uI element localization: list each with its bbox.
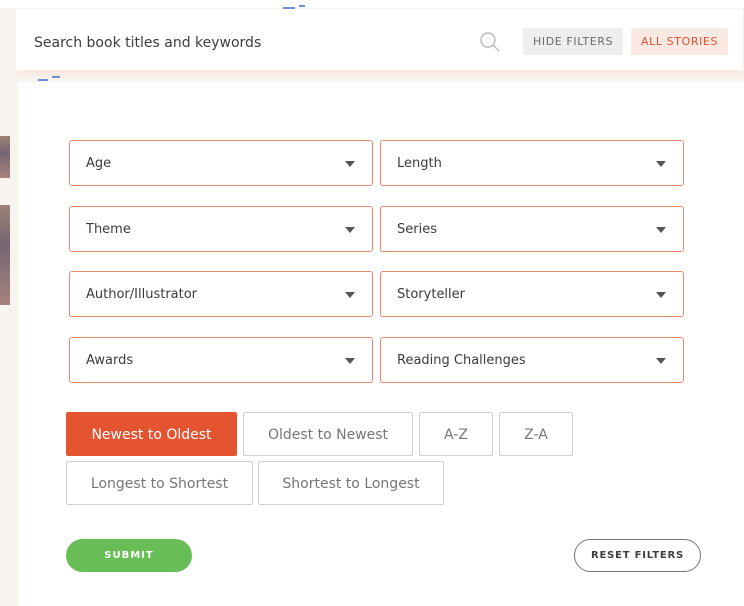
dropdown-label: Age (86, 156, 112, 171)
theme-dropdown[interactable]: Theme (69, 206, 373, 252)
sort-longest-to-shortest-button[interactable]: Longest to Shortest (66, 461, 253, 505)
dropdown-label: Author/Illustrator (86, 287, 198, 302)
sort-z-a-button[interactable]: Z-A (499, 412, 573, 456)
dropdown-label: Reading Challenges (397, 353, 526, 368)
reading-challenges-dropdown[interactable]: Reading Challenges (380, 337, 684, 383)
dropdown-label: Awards (86, 353, 134, 368)
search-input[interactable] (32, 29, 456, 57)
length-dropdown[interactable]: Length (380, 140, 684, 186)
awards-dropdown[interactable]: Awards (69, 337, 373, 383)
filter-panel: Age Length Theme Series Author/Illustrat… (18, 82, 744, 606)
chevron-down-icon (345, 161, 355, 167)
search-bar: HIDE FILTERS ALL STORIES (16, 9, 742, 76)
reset-filters-button[interactable]: RESET FILTERS (574, 539, 701, 572)
submit-button[interactable]: SUBMIT (66, 539, 192, 572)
chevron-down-icon (345, 227, 355, 233)
chevron-down-icon (656, 161, 666, 167)
sort-newest-to-oldest-button[interactable]: Newest to Oldest (66, 412, 237, 456)
chevron-down-icon (345, 358, 355, 364)
background-decoration (52, 76, 60, 78)
hide-filters-button[interactable]: HIDE FILTERS (523, 28, 624, 55)
search-icon[interactable] (479, 31, 501, 53)
background-page-strip (0, 0, 744, 8)
chevron-down-icon (656, 292, 666, 298)
dropdown-label: Theme (86, 222, 131, 237)
all-stories-button[interactable]: ALL STORIES (631, 28, 729, 55)
background-image-fragment (0, 205, 10, 305)
dropdown-label: Storyteller (397, 287, 466, 302)
sort-shortest-to-longest-button[interactable]: Shortest to Longest (258, 461, 444, 505)
chevron-down-icon (656, 358, 666, 364)
background-image-fragment (0, 136, 10, 178)
age-dropdown[interactable]: Age (69, 140, 373, 186)
dropdown-label: Length (397, 156, 442, 171)
sort-oldest-to-newest-button[interactable]: Oldest to Newest (243, 412, 413, 456)
author-illustrator-dropdown[interactable]: Author/Illustrator (69, 271, 373, 317)
storyteller-dropdown[interactable]: Storyteller (380, 271, 684, 317)
series-dropdown[interactable]: Series (380, 206, 684, 252)
dropdown-label: Series (397, 222, 437, 237)
background-decoration (38, 79, 48, 81)
background-decoration (299, 5, 305, 7)
sort-a-z-button[interactable]: A-Z (419, 412, 493, 456)
chevron-down-icon (345, 292, 355, 298)
chevron-down-icon (656, 227, 666, 233)
